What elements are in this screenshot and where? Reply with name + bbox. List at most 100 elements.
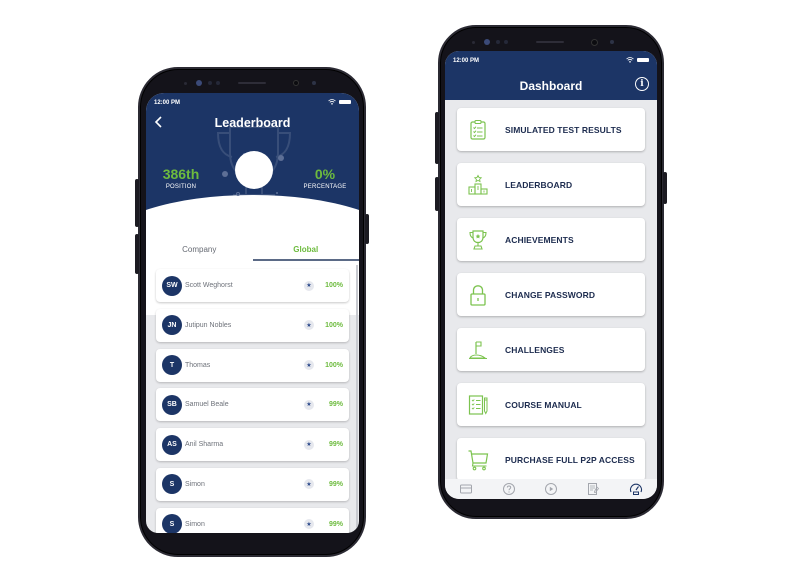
- user-initials-avatar: SW: [162, 275, 182, 296]
- menu-item-label: CHANGE PASSWORD: [505, 289, 596, 300]
- user-name: Samuel Beale: [185, 401, 229, 409]
- position-stat: 386th POSITION: [158, 166, 204, 190]
- user-name: Simon: [185, 480, 205, 488]
- leaderboard-row[interactable]: T Thomas ★ 100%: [156, 348, 349, 382]
- nav-card-icon[interactable]: [459, 482, 473, 496]
- user-initials-avatar: T: [162, 355, 182, 376]
- power-button: [663, 172, 667, 204]
- volume-button: [435, 112, 439, 164]
- phone-sensors: [440, 34, 662, 52]
- star-icon: ★: [304, 360, 314, 371]
- lock-icon: [470, 284, 486, 306]
- star-icon: ★: [304, 479, 314, 490]
- leaderboard-row[interactable]: S Simon ★ 99%: [156, 467, 349, 501]
- leaderboard-screen: 12:00 PM Leaderboard 386th POSITION 0% P…: [146, 93, 359, 533]
- menu-item-leaderboard[interactable]: LEADERBOARD: [457, 163, 645, 206]
- dashboard-header: 12:00 PM Dashboard i: [445, 51, 657, 100]
- bixby-button: [435, 177, 439, 211]
- user-score: 99%: [328, 441, 343, 449]
- leaderboard-row[interactable]: JN Jutipun Nobles ★ 100%: [156, 308, 349, 342]
- nav-document-icon[interactable]: [586, 482, 600, 496]
- phone-sensors: [140, 75, 364, 93]
- user-name: Anil Sharma: [185, 441, 224, 449]
- user-name: Simon: [185, 520, 205, 528]
- percentage-stat: 0% PERCENTAGE: [300, 166, 350, 190]
- leaderboard-row[interactable]: SB Samuel Beale ★ 99%: [156, 388, 349, 422]
- bixby-button: [135, 234, 139, 274]
- user-initials-avatar: S: [162, 474, 182, 495]
- menu-item-label: PURCHASE FULL P2P ACCESS: [505, 454, 635, 465]
- user-score: 99%: [328, 520, 343, 528]
- wifi-icon: [626, 57, 634, 63]
- user-name: Scott Weghorst: [185, 282, 233, 289]
- star-icon: ★: [304, 320, 314, 331]
- wifi-icon: [328, 99, 336, 105]
- battery-icon: [637, 58, 649, 62]
- status-bar: 12:00 PM: [154, 99, 351, 109]
- menu-item-label: ACHIEVEMENTS: [505, 234, 574, 245]
- user-name: Thomas: [185, 361, 211, 369]
- user-score: 100%: [325, 361, 343, 369]
- bottom-navigation: [445, 479, 657, 499]
- menu-item-change-password[interactable]: CHANGE PASSWORD: [457, 273, 645, 316]
- trophy-icon: [469, 229, 487, 250]
- position-value: 386th: [162, 166, 200, 182]
- tab-company[interactable]: Company: [146, 241, 253, 261]
- leaderboard-tabs: Company Global: [146, 241, 359, 261]
- info-icon[interactable]: i: [635, 77, 649, 91]
- user-avatar[interactable]: [235, 151, 273, 189]
- scrollbar[interactable]: [356, 265, 358, 533]
- decor-dot: [276, 192, 278, 194]
- battery-icon: [339, 100, 351, 104]
- percentage-label: PERCENTAGE: [303, 184, 347, 190]
- menu-item-simulated-test-results[interactable]: SIMULATED TEST RESULTS: [457, 108, 645, 151]
- menu-item-challenges[interactable]: CHALLENGES: [457, 328, 645, 371]
- leaderboard-row[interactable]: S Simon ★ 99%: [156, 507, 349, 533]
- status-time: 12:00 PM: [154, 100, 181, 106]
- user-score: 100%: [325, 321, 343, 329]
- power-button: [365, 214, 369, 244]
- volume-button: [135, 179, 139, 227]
- tab-global[interactable]: Global: [252, 241, 360, 261]
- podium-icon: [468, 173, 488, 195]
- menu-item-label: SIMULATED TEST RESULTS: [505, 124, 622, 135]
- decor-dot: [278, 155, 284, 161]
- user-score: 99%: [328, 401, 343, 409]
- user-name: Jutipun Nobles: [185, 321, 232, 329]
- page-title: Leaderboard: [214, 116, 291, 130]
- star-icon: ★: [304, 280, 314, 291]
- menu-item-label: COURSE MANUAL: [505, 399, 582, 410]
- leaderboard-row[interactable]: AS Anil Sharma ★ 99%: [156, 428, 349, 462]
- menu-item-label: LEADERBOARD: [505, 179, 573, 190]
- manual-icon: [468, 394, 488, 415]
- cart-icon: [468, 449, 489, 470]
- status-time: 12:00 PM: [453, 58, 480, 64]
- leaderboard-row[interactable]: SW Scott Weghorst ★ 100%: [156, 269, 349, 302]
- percentage-value: 0%: [314, 166, 336, 182]
- menu-item-purchase-full-p2p-access[interactable]: PURCHASE FULL P2P ACCESS: [457, 438, 645, 481]
- leaderboard-header: 12:00 PM Leaderboard 386th POSITION 0% P…: [146, 93, 359, 315]
- menu-item-course-manual[interactable]: COURSE MANUAL: [457, 383, 645, 426]
- star-icon: ★: [304, 399, 314, 410]
- dashboard-screen: 12:00 PM Dashboard i SIMULATED TEST RESU…: [445, 51, 657, 499]
- star-icon: ★: [304, 439, 314, 450]
- menu-item-achievements[interactable]: ACHIEVEMENTS: [457, 218, 645, 261]
- status-bar: 12:00 PM: [453, 57, 649, 67]
- clipboard-checklist-icon: [470, 119, 486, 140]
- user-initials-avatar: SB: [162, 394, 182, 415]
- user-initials-avatar: S: [162, 514, 182, 533]
- user-score: 100%: [325, 282, 343, 289]
- page-title: Dashboard: [519, 79, 583, 93]
- user-initials-avatar: AS: [162, 434, 182, 455]
- nav-dashboard-gauge-icon[interactable]: [629, 482, 643, 496]
- leaderboard-list: SW Scott Weghorst ★ 100% JN Jutipun Nobles ★ 10…: [146, 265, 359, 533]
- decor-dot: [222, 171, 228, 177]
- user-score: 99%: [328, 480, 343, 488]
- star-icon: ★: [304, 519, 314, 530]
- phone-dashboard: 12:00 PM Dashboard i SIMULATED TEST RESU…: [435, 25, 667, 519]
- nav-help-icon[interactable]: [502, 482, 516, 496]
- dashboard-menu: SIMULATED TEST RESULTS LEADERBOARD ACHIEVE…: [445, 108, 657, 493]
- phone-leaderboard: 12:00 PM Leaderboard 386th POSITION 0% P…: [135, 67, 369, 557]
- user-initials-avatar: JN: [162, 315, 182, 336]
- nav-play-icon[interactable]: [544, 482, 558, 496]
